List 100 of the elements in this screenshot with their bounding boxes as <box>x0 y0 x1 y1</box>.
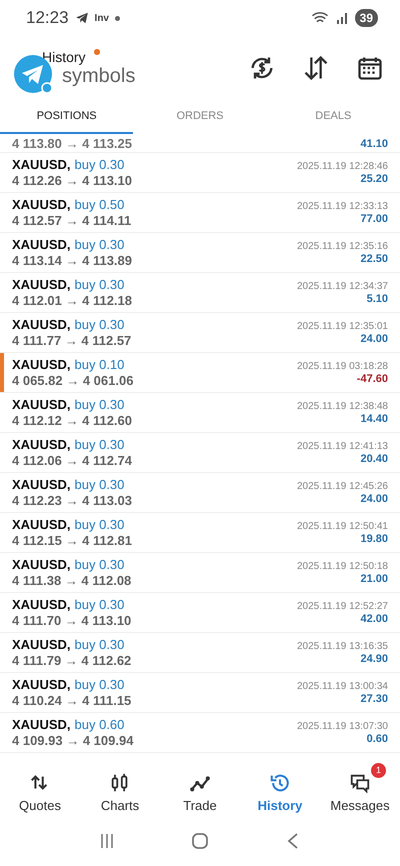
position-row[interactable]: XAUUSD, buy 0.60 4 109.93 → 4 109.94 2025.11.19 13:07:30 0.60 <box>0 713 400 753</box>
position-symbol: XAUUSD, <box>12 597 71 612</box>
dot-icon <box>115 16 120 20</box>
position-profit: 25.20 <box>360 172 388 184</box>
position-prices: 4 112.12 → 4 112.60 <box>12 413 132 428</box>
position-symbol: XAUUSD, <box>12 677 71 692</box>
position-row[interactable]: XAUUSD, buy 0.30 4 112.01 → 4 112.18 2025.11.19 12:34:37 5.10 <box>0 273 400 313</box>
position-time: 2025.11.19 13:16:35 <box>296 640 388 652</box>
position-profit: 77.00 <box>360 212 388 224</box>
tab[interactable]: DEALS <box>266 104 400 128</box>
position-row[interactable]: XAUUSD, buy 0.30 4 112.26 → 4 113.10 2025.11.19 12:28:46 25.20 <box>0 153 400 193</box>
position-row[interactable]: XAUUSD, buy 0.50 4 112.57 → 4 114.11 2025.11.19 12:33:13 77.00 <box>0 193 400 233</box>
sort-icon[interactable] <box>302 54 330 82</box>
position-symbol: XAUUSD, <box>12 437 71 452</box>
position-symbol: XAUUSD, <box>12 197 71 212</box>
nav-tab[interactable]: Messages 1 <box>320 762 400 812</box>
position-prices: 4 109.93 → 4 109.94 <box>12 733 134 748</box>
position-time: 2025.11.19 12:50:18 <box>296 560 388 572</box>
position-profit: 22.50 <box>360 252 388 264</box>
position-prices: 4 112.26 → 4 113.10 <box>12 173 132 188</box>
position-symbol: XAUUSD, <box>12 557 71 572</box>
screen-title: History <box>42 48 86 64</box>
position-symbol: XAUUSD, <box>12 637 71 652</box>
notification-badge: 1 <box>371 762 386 778</box>
position-side: buy 0.30 <box>74 557 124 572</box>
signal-icon <box>334 11 349 25</box>
position-prices: 4 111.77 → 4 112.57 <box>12 333 132 348</box>
position-prices: 4 113.80 → 4 113.25 <box>12 136 132 151</box>
nav-tab[interactable]: Trade <box>160 762 240 812</box>
position-profit: 14.40 <box>360 412 388 424</box>
position-profit: 24.00 <box>360 492 388 504</box>
position-side: buy 0.30 <box>74 637 124 652</box>
position-time: 2025.11.19 03:18:28 <box>296 360 388 372</box>
position-side: buy 0.60 <box>74 717 124 732</box>
position-profit: 24.90 <box>360 652 388 664</box>
position-side: buy 0.30 <box>74 677 124 692</box>
position-symbol: XAUUSD, <box>12 237 71 252</box>
position-profit: 20.40 <box>360 452 388 464</box>
position-side: buy 0.30 <box>74 597 124 612</box>
tab[interactable]: ORDERS <box>133 104 267 128</box>
position-row[interactable]: XAUUSD, buy 0.30 4 112.06 → 4 112.74 2025.11.19 12:41:13 20.40 <box>0 433 400 473</box>
position-side: buy 0.30 <box>74 437 124 452</box>
position-row[interactable]: XAUUSD, buy 0.30 4 111.79 → 4 112.62 2025.11.19 13:16:35 24.90 <box>0 633 400 673</box>
position-time: 2025.11.19 13:07:30 <box>296 720 388 732</box>
position-prices: 4 112.23 → 4 113.03 <box>12 493 132 508</box>
position-prices: 4 112.01 → 4 112.18 <box>12 293 132 308</box>
position-profit: 24.00 <box>360 332 388 344</box>
status-time: 12:23 <box>26 8 69 28</box>
position-time: 2025.11.19 12:52:27 <box>296 600 388 612</box>
position-symbol: XAUUSD, <box>12 397 71 412</box>
position-side: buy 0.30 <box>74 477 124 492</box>
position-row[interactable]: XAUUSD, buy 0.30 4 110.24 → 4 111.15 2025.11.19 13:00:34 27.30 <box>0 673 400 713</box>
position-symbol: XAUUSD, <box>12 277 71 292</box>
position-side: buy 0.30 <box>74 277 124 292</box>
position-row[interactable]: XAUUSD, buy 0.30 4 112.23 → 4 113.03 2025.11.19 12:45:26 24.00 <box>0 473 400 513</box>
wifi-icon <box>310 11 329 25</box>
home-icon[interactable] <box>190 831 210 851</box>
position-prices: 4 112.15 → 4 112.81 <box>12 533 132 548</box>
position-profit: 5.10 <box>366 292 388 304</box>
position-time: 2025.11.19 12:41:13 <box>296 440 388 452</box>
position-side: buy 0.50 <box>74 197 124 212</box>
position-side: buy 0.30 <box>74 237 124 252</box>
position-side: buy 0.30 <box>74 397 124 412</box>
position-profit: 0.60 <box>366 732 388 744</box>
position-prices: 4 112.57 → 4 114.11 <box>12 213 132 228</box>
position-profit: -47.60 <box>356 372 388 384</box>
notification-dot <box>94 49 100 55</box>
position-symbol: XAUUSD, <box>12 477 71 492</box>
position-profit: 21.00 <box>360 572 388 584</box>
app-label: Inv <box>94 12 109 24</box>
position-side: buy 0.30 <box>74 157 124 172</box>
nav-tab[interactable]: Charts <box>80 762 160 812</box>
screen-subtitle: symbols <box>62 64 136 88</box>
position-prices: 4 113.14 → 4 113.89 <box>12 253 132 268</box>
position-row[interactable]: XAUUSD, buy 0.30 4 111.77 → 4 112.57 2025.11.19 12:35:01 24.00 <box>0 313 400 353</box>
position-row[interactable]: XAUUSD, buy 0.30 4 113.14 → 4 113.89 2025.11.19 12:35:16 22.50 <box>0 233 400 273</box>
position-symbol: XAUUSD, <box>12 517 71 532</box>
position-profit: 42.00 <box>360 612 388 624</box>
position-prices: 4 111.70 → 4 113.10 <box>12 613 132 628</box>
position-prices: 4 111.38 → 4 112.08 <box>12 573 132 588</box>
position-side: buy 0.30 <box>74 317 124 332</box>
position-row[interactable]: XAUUSD, buy 0.30 4 111.70 → 4 113.10 2025.11.19 12:52:27 42.00 <box>0 593 400 633</box>
position-row[interactable]: XAUUSD, buy 0.10 4 065.82 → 4 061.06 2025.11.19 03:18:28 -47.60 <box>0 353 400 393</box>
position-prices: 4 111.79 → 4 112.62 <box>12 653 132 668</box>
nav-tab[interactable]: History <box>240 762 320 812</box>
position-time: 2025.11.19 12:50:41 <box>296 520 388 532</box>
tab[interactable]: POSITIONS <box>0 104 134 128</box>
position-row[interactable]: XAUUSD, buy 0.30 4 112.12 → 4 112.60 2025.11.19 12:38:48 14.40 <box>0 393 400 433</box>
battery-level: 39 <box>354 9 378 27</box>
nav-tab[interactable]: Quotes <box>0 762 80 812</box>
position-time: 2025.11.19 13:00:34 <box>296 680 388 692</box>
position-symbol: XAUUSD, <box>12 317 71 332</box>
position-prices: 4 065.82 → 4 061.06 <box>12 373 134 388</box>
position-side: buy 0.10 <box>74 357 124 372</box>
position-symbol: XAUUSD, <box>12 357 71 372</box>
history-icon <box>269 772 291 794</box>
position-row[interactable]: XAUUSD, buy 0.30 4 112.15 → 4 112.81 2025.11.19 12:50:41 19.80 <box>0 513 400 553</box>
position-profit: 41.10 <box>360 138 388 150</box>
position-time: 2025.11.19 12:28:46 <box>296 160 388 172</box>
position-row[interactable]: XAUUSD, buy 0.30 4 111.38 → 4 112.08 2025.11.19 12:50:18 21.00 <box>0 553 400 593</box>
